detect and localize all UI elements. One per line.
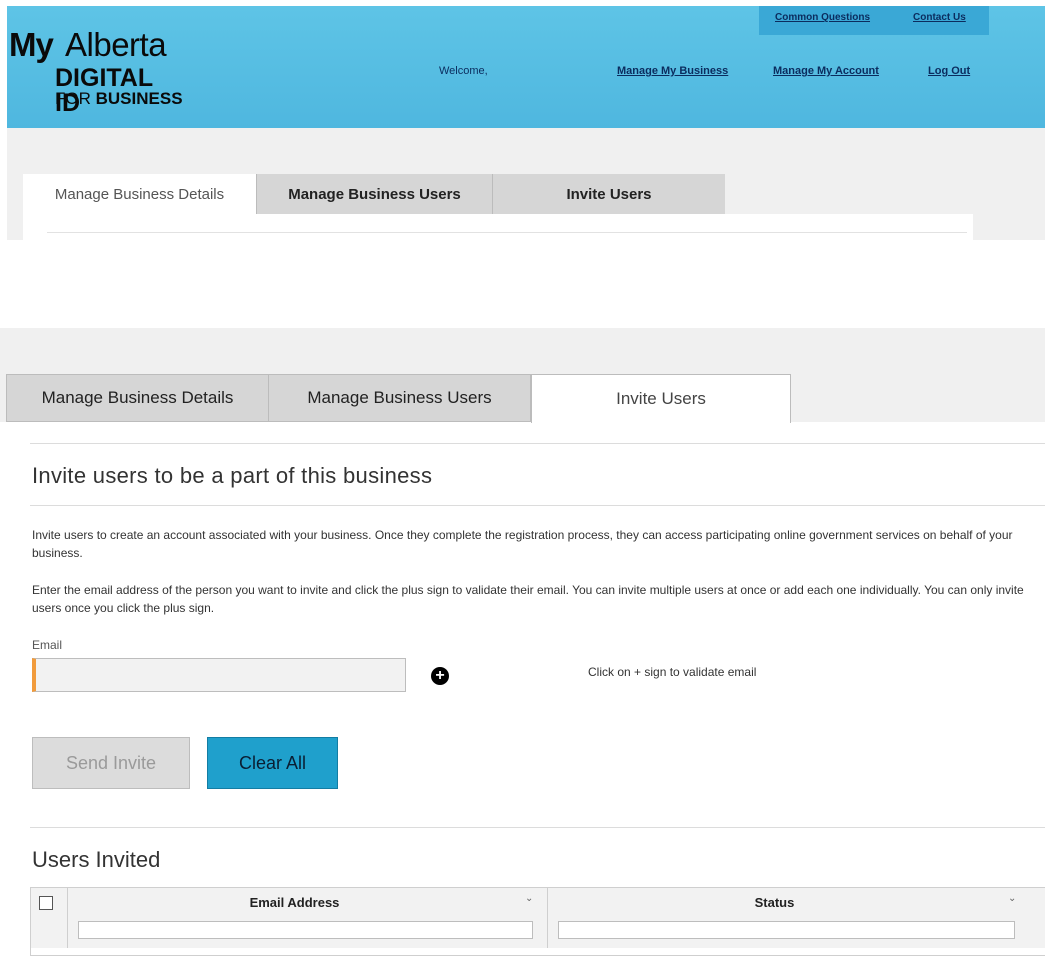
email-input[interactable]: [32, 658, 406, 692]
divider: [30, 505, 1045, 506]
welcome-text: Welcome,: [439, 65, 488, 77]
status-filter-input[interactable]: [558, 921, 1015, 939]
utility-bar: Common Questions Contact Us: [759, 6, 989, 35]
validate-hint: Click on + sign to validate email: [588, 665, 757, 679]
users-invited-table: Email Address ⌄ Status ⌄: [30, 887, 1045, 956]
tab-invite-users[interactable]: Invite Users: [531, 374, 791, 423]
tab-invite-users-top[interactable]: Invite Users: [492, 174, 725, 214]
tab-manage-business-details[interactable]: Manage Business Details: [6, 374, 269, 422]
invite-title: Invite users to be a part of this busine…: [32, 463, 433, 488]
invite-description: Invite users to create an account associ…: [32, 528, 1013, 560]
manage-my-account-link[interactable]: Manage My Account: [773, 65, 879, 77]
send-invite-button[interactable]: Send Invite: [32, 737, 190, 789]
plus-circle-icon[interactable]: +: [431, 667, 449, 685]
manage-my-business-link[interactable]: Manage My Business: [617, 65, 728, 77]
invite-instructions: Enter the email address of the person yo…: [32, 583, 1024, 615]
chevron-down-icon[interactable]: ⌄: [1008, 893, 1016, 904]
contact-us-link[interactable]: Contact Us: [913, 12, 966, 23]
tab-manage-business-details-top[interactable]: Manage Business Details: [23, 174, 256, 214]
column-header-status[interactable]: Status: [547, 895, 1002, 910]
tab-manage-business-users-top[interactable]: Manage Business Users: [256, 174, 492, 214]
log-out-link[interactable]: Log Out: [928, 65, 970, 77]
common-questions-link[interactable]: Common Questions: [775, 12, 870, 23]
site-header: Common Questions Contact Us My Alberta D…: [7, 6, 1045, 128]
tab-panel-top: [23, 214, 973, 240]
email-label: Email: [32, 638, 63, 652]
logo-for-business: FOR BUSINESS: [55, 89, 183, 108]
select-all-checkbox[interactable]: [39, 896, 53, 910]
logo-my-text: My: [9, 26, 54, 63]
tab-manage-business-users[interactable]: Manage Business Users: [268, 374, 531, 422]
column-header-email[interactable]: Email Address: [67, 895, 522, 910]
divider: [47, 232, 967, 233]
table-header: Email Address ⌄ Status ⌄: [31, 888, 1045, 948]
clear-all-button[interactable]: Clear All: [207, 737, 338, 789]
divider: [30, 827, 1045, 828]
divider: [30, 443, 1045, 444]
top-tab-strip: Manage Business Details Manage Business …: [7, 128, 1045, 240]
email-filter-input[interactable]: [78, 921, 533, 939]
chevron-down-icon[interactable]: ⌄: [525, 893, 533, 904]
logo-alberta-text: Alberta: [65, 26, 167, 63]
users-invited-title: Users Invited: [32, 847, 161, 872]
